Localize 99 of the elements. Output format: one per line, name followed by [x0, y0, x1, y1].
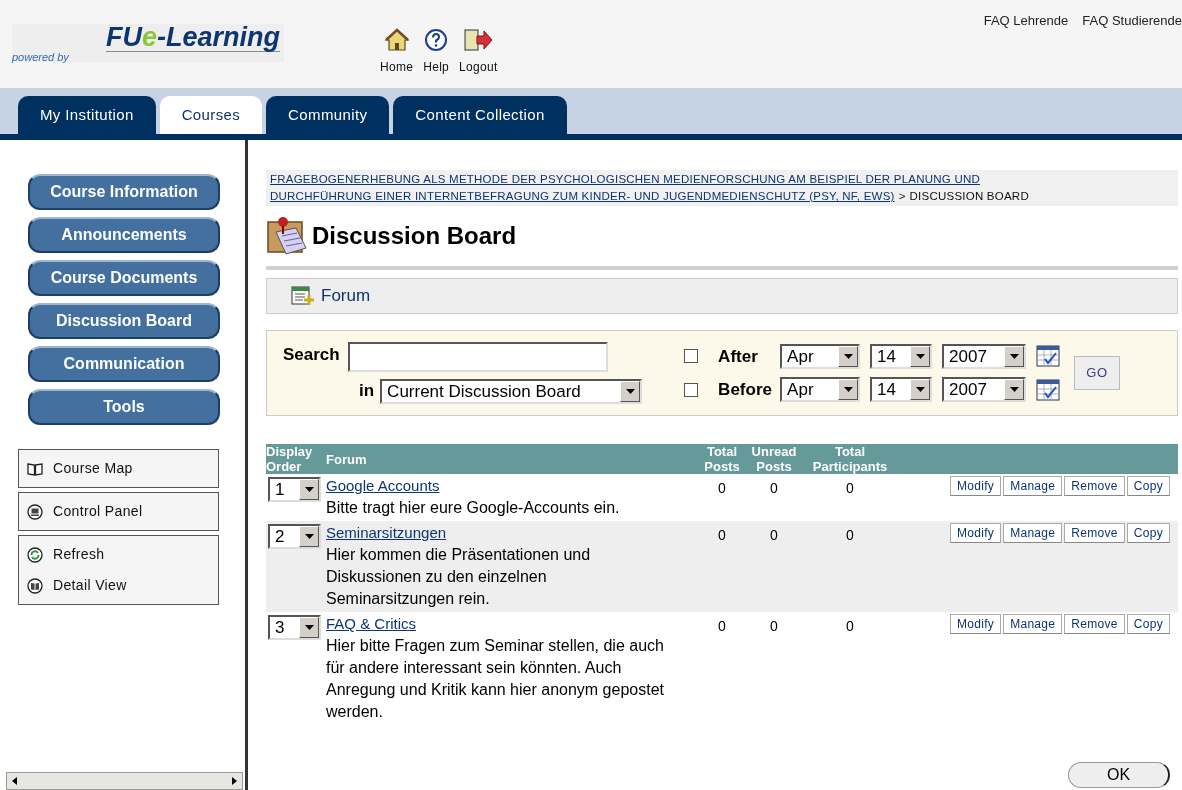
control-panel-icon [27, 503, 43, 520]
course-menu-button[interactable]: Course Information [28, 174, 220, 210]
date-label: Before [718, 379, 773, 401]
month-select[interactable]: Apr [780, 377, 861, 403]
month-select[interactable]: Apr [780, 343, 861, 369]
tool-link[interactable]: Course Map [27, 458, 210, 479]
row-action-button[interactable]: Remove [1064, 476, 1125, 496]
table-cell: 0 [770, 480, 778, 496]
date-checkbox[interactable] [684, 382, 699, 397]
tool-link[interactable]: Detail View [27, 575, 210, 596]
row-action-button[interactable]: Modify [949, 614, 1002, 634]
faq-link[interactable]: FAQ Lehrende [983, 11, 1069, 31]
caret-down-icon [915, 353, 925, 359]
course-menu-button[interactable]: Course Documents [28, 260, 220, 296]
door-arrow-icon [463, 28, 494, 52]
caret-down-icon [625, 388, 635, 394]
course-menu-button[interactable]: Communication [28, 346, 220, 382]
table-cell: 0 [718, 527, 726, 543]
breadcrumb-link[interactable]: FRAGEBOGENERHEBUNG ALS METHODE DER PSYCHOLOGISCHEN MEDIENFORSCHUNG AM BEISPIEL DER PLANUNG UND [270, 171, 981, 188]
row-action-button[interactable]: Copy [1126, 614, 1170, 634]
date-checkbox[interactable] [684, 349, 699, 364]
row-action-button[interactable]: Copy [1126, 476, 1170, 496]
calendar-icon[interactable] [1036, 378, 1061, 401]
breadcrumb-link[interactable]: DURCHFÜHRUNG EINER INTERNETBEFRAGUNG ZUM KINDER- UND JUGENDMEDIENSCHUTZ (PSY, NF, EWS) [270, 188, 895, 205]
forum-description: Hier kommen die Präsentationen und Diskussionen zu den einzelnen Seminarsitzungen rein. [326, 545, 592, 609]
ok-button[interactable]: OK [1068, 762, 1170, 788]
day-select[interactable]: 14 [870, 377, 933, 403]
table-cell: 0 [770, 527, 778, 543]
detail-view-icon [27, 577, 43, 594]
add-list-icon [291, 286, 315, 306]
forum-title-link[interactable]: Google Accounts [326, 476, 440, 496]
nav-link[interactable]: Logout [459, 58, 498, 76]
caret-down-icon [1009, 387, 1019, 393]
tab[interactable]: My Institution [18, 96, 156, 134]
course-menu-button[interactable]: Discussion Board [28, 303, 220, 339]
column-header: Total Posts [698, 444, 746, 474]
nav-link[interactable]: Help [423, 58, 450, 76]
pushpin-board-icon [266, 216, 310, 256]
house-icon [383, 28, 410, 52]
course-menu-button[interactable]: Announcements [28, 217, 220, 253]
scope-select[interactable]: Current Discussion Board [380, 378, 643, 404]
row-action-button[interactable]: Modify [949, 523, 1002, 543]
year-select[interactable]: 2007 [942, 377, 1027, 403]
caret-down-icon [1009, 353, 1019, 359]
book-icon [27, 460, 43, 477]
page-title: Discussion Board [312, 221, 517, 251]
course-menu-button[interactable]: Tools [28, 389, 220, 425]
order-select[interactable]: 1 [268, 477, 321, 502]
row-action-button[interactable]: Manage [1003, 523, 1063, 543]
row-action-button[interactable]: Remove [1064, 523, 1125, 543]
go-button[interactable]: GO [1074, 356, 1121, 390]
table-cell: 0 [770, 618, 778, 634]
column-header: Unread Posts [746, 444, 802, 474]
calendar-icon[interactable] [1036, 345, 1061, 368]
year-select[interactable]: 2007 [942, 343, 1027, 369]
row-action-button[interactable]: Manage [1003, 614, 1063, 634]
date-label: After [718, 345, 759, 368]
search-field[interactable] [347, 342, 608, 373]
faq-link[interactable]: FAQ Studierende [1082, 11, 1182, 31]
table-cell: 0 [846, 527, 854, 543]
horizontal-scrollbar[interactable] [6, 772, 243, 790]
caret-down-icon [843, 353, 853, 359]
tool-link[interactable]: Control Panel [27, 501, 210, 522]
tool-link[interactable]: Refresh [27, 544, 210, 565]
refresh-icon [27, 546, 43, 563]
column-header: Forum [326, 444, 698, 474]
breadcrumb-separator: > [898, 189, 906, 204]
column-header: Display Order [266, 444, 326, 474]
breadcrumb-current: DISCUSSION BOARD [909, 189, 1029, 204]
scope-label: in [359, 380, 375, 403]
row-action-button[interactable]: Modify [949, 476, 1002, 496]
table-cell: 0 [718, 618, 726, 634]
caret-down-icon [915, 387, 925, 393]
forum-title-link[interactable]: Seminarsitzungen [326, 523, 447, 543]
tab[interactable]: Community [266, 96, 390, 134]
table-cell: 0 [846, 480, 854, 496]
forum-title-link[interactable]: FAQ & Critics [326, 614, 416, 634]
tab[interactable]: Courses [159, 96, 263, 134]
add-forum-link[interactable]: Forum [291, 283, 371, 309]
caret-down-icon [304, 625, 314, 630]
help-icon [424, 28, 449, 52]
forum-description: Bitte tragt hier eure Google-Accounts ein. [326, 498, 621, 518]
table-cell: 0 [846, 618, 854, 634]
caret-down-icon [304, 487, 314, 492]
row-action-button[interactable]: Copy [1126, 523, 1170, 543]
row-action-button[interactable]: Manage [1003, 476, 1063, 496]
day-select[interactable]: 14 [870, 343, 933, 369]
table-cell: 0 [718, 480, 726, 496]
caret-down-icon [843, 387, 853, 393]
column-header: Total Participants [802, 444, 898, 474]
forum-description: Hier bitte Fragen zum Seminar stellen, die auch für andere interessant sein könnten. Auch Anregung und Kritik kann hier anonym gepostet werden. [326, 636, 665, 722]
row-action-button[interactable]: Remove [1064, 614, 1125, 634]
order-select[interactable]: 3 [268, 615, 321, 640]
search-label: Search [283, 344, 340, 367]
caret-down-icon [304, 534, 314, 539]
tab[interactable]: Content Collection [393, 96, 567, 134]
nav-link[interactable]: Home [380, 58, 414, 76]
logo[interactable]: FUe-Learning powered by [12, 24, 284, 62]
order-select[interactable]: 2 [268, 524, 321, 549]
